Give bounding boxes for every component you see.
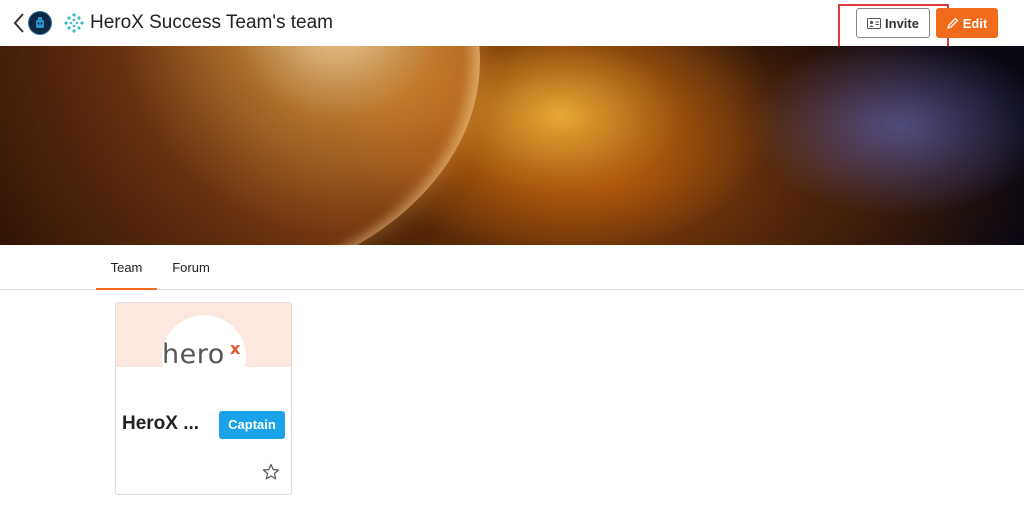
tab-team[interactable]: Team: [96, 245, 157, 290]
edit-label: Edit: [962, 15, 988, 31]
card-header-background: hero x: [116, 303, 291, 367]
chevron-left-icon: [13, 13, 24, 33]
robot-icon: [36, 17, 44, 28]
herox-logo-accent: x: [230, 339, 241, 358]
contact-card-icon: [867, 17, 882, 29]
dots-logo-icon: [64, 13, 84, 33]
pencil-icon: [946, 17, 959, 29]
team-banner-image: [0, 46, 1024, 245]
member-card[interactable]: hero x HeroX ... Captain: [115, 302, 292, 495]
tab-forum[interactable]: Forum: [163, 245, 219, 290]
captain-badge: Captain: [219, 411, 285, 439]
team-logo: [63, 12, 85, 34]
favorite-button[interactable]: [262, 463, 280, 481]
page-header: HeroX Success Team's team Invite Edit: [0, 0, 1024, 50]
invite-button[interactable]: Invite: [856, 8, 930, 38]
page-title: HeroX Success Team's team: [90, 12, 333, 33]
edit-button[interactable]: Edit: [936, 8, 998, 38]
team-avatar[interactable]: [28, 11, 52, 35]
back-button[interactable]: [12, 11, 26, 35]
tab-bar: Team Forum: [0, 245, 1024, 290]
invite-label: Invite: [885, 15, 919, 31]
herox-logo: hero: [162, 339, 225, 367]
star-icon: [262, 463, 280, 480]
member-name[interactable]: HeroX ...: [122, 413, 217, 435]
planet-rim: [0, 46, 480, 245]
